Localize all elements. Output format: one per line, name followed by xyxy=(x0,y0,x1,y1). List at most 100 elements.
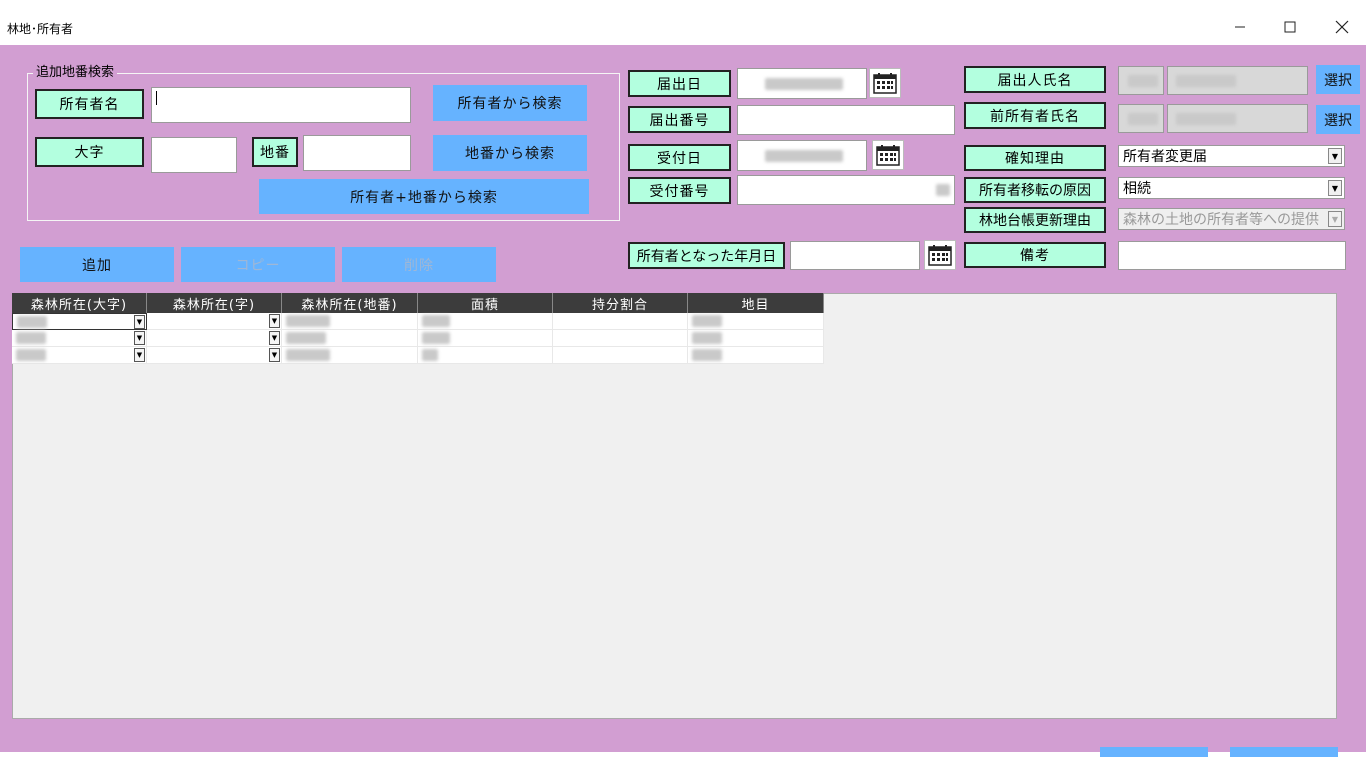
oaza-input[interactable] xyxy=(151,137,237,173)
grid-cell-land-type[interactable] xyxy=(688,313,824,330)
grid-cell-chiban[interactable] xyxy=(282,330,418,347)
redacted-value xyxy=(765,77,843,90)
owner-name-label: 所有者名 xyxy=(35,89,144,119)
grid-cell-oaza[interactable]: ▼ xyxy=(12,330,147,347)
grid-cell-aza[interactable]: ▼ xyxy=(147,330,282,347)
table-row[interactable]: ▼ ▼ xyxy=(12,330,824,347)
prev-owner-name-part2 xyxy=(1167,104,1308,133)
redacted-value xyxy=(16,332,46,344)
todokede-no-input[interactable] xyxy=(737,105,955,135)
redacted-value xyxy=(286,315,330,327)
chevron-down-icon[interactable]: ▼ xyxy=(269,314,280,328)
prev-owner-name-part1 xyxy=(1118,104,1164,133)
redacted-value xyxy=(17,316,47,328)
chevron-down-icon[interactable]: ▼ xyxy=(269,331,280,345)
applicant-name-part2 xyxy=(1167,66,1308,95)
bottom-button-2[interactable] xyxy=(1230,747,1338,757)
reason-select[interactable]: 所有者変更届 ▼ xyxy=(1118,145,1345,167)
redacted-value xyxy=(286,349,330,361)
chevron-down-icon[interactable]: ▼ xyxy=(134,348,145,362)
table-row[interactable]: ▼ ▼ xyxy=(12,313,824,330)
uketsuke-date-input[interactable] xyxy=(737,140,867,171)
grid-cell-share[interactable] xyxy=(553,313,688,330)
close-button[interactable] xyxy=(1324,12,1360,42)
text-cursor xyxy=(156,91,157,105)
search-group-legend: 追加地番検索 xyxy=(33,65,118,81)
maximize-icon xyxy=(1284,21,1296,33)
chevron-down-icon[interactable]: ▼ xyxy=(1328,211,1342,227)
grid-cell-share[interactable] xyxy=(553,330,688,347)
prev-owner-select-button[interactable]: 選択 xyxy=(1316,105,1360,134)
became-owner-date-label: 所有者となった年月日 xyxy=(628,242,785,269)
chiban-label: 地番 xyxy=(252,137,298,167)
column-header[interactable]: 森林所在(地番) xyxy=(282,293,418,313)
grid-cell-aza[interactable]: ▼ xyxy=(147,313,282,330)
grid-cell-share[interactable] xyxy=(553,347,688,364)
todokede-date-label: 届出日 xyxy=(628,70,731,97)
became-owner-date-input[interactable] xyxy=(790,241,920,270)
search-by-owner-and-chiban-button[interactable]: 所有者+地番から検索 xyxy=(259,179,589,214)
window-title: 林地･所有者 xyxy=(7,22,74,36)
uketsuke-date-calendar-button[interactable] xyxy=(872,140,904,170)
grid-cell-chiban[interactable] xyxy=(282,347,418,364)
reason-value: 所有者変更届 xyxy=(1123,149,1207,165)
redacted-value xyxy=(692,332,722,344)
grid-cell-area[interactable] xyxy=(418,313,553,330)
chevron-down-icon[interactable]: ▼ xyxy=(1328,148,1342,164)
cause-select[interactable]: 相続 ▼ xyxy=(1118,177,1345,199)
calendar-icon xyxy=(873,73,897,94)
chevron-down-icon[interactable]: ▼ xyxy=(134,331,145,345)
grid-cell-oaza[interactable]: ▼ xyxy=(12,313,147,330)
copy-button[interactable]: コピー xyxy=(181,247,335,282)
grid-cell-chiban[interactable] xyxy=(282,313,418,330)
uketsuke-no-input[interactable] xyxy=(737,175,955,205)
grid-cell-aza[interactable]: ▼ xyxy=(147,347,282,364)
column-header[interactable]: 地目 xyxy=(688,293,824,313)
redacted-value xyxy=(1128,74,1158,87)
applicant-name-label: 届出人氏名 xyxy=(964,66,1106,93)
remarks-input[interactable] xyxy=(1118,241,1346,270)
search-by-owner-button[interactable]: 所有者から検索 xyxy=(433,85,587,121)
grid-cell-land-type[interactable] xyxy=(688,330,824,347)
chevron-down-icon[interactable]: ▼ xyxy=(1328,180,1342,196)
owner-name-input[interactable] xyxy=(151,87,411,123)
close-icon xyxy=(1335,20,1349,34)
update-reason-select[interactable]: 森林の土地の所有者等への提供 ▼ xyxy=(1118,208,1345,230)
remarks-label: 備考 xyxy=(964,242,1106,268)
redacted-value xyxy=(422,349,438,361)
column-header[interactable]: 持分割合 xyxy=(553,293,688,313)
applicant-select-button[interactable]: 選択 xyxy=(1316,65,1360,94)
table-row[interactable]: ▼ ▼ xyxy=(12,347,824,364)
redacted-value xyxy=(1176,112,1236,125)
column-header[interactable]: 森林所在(大字) xyxy=(12,293,147,313)
minimize-button[interactable] xyxy=(1222,12,1258,42)
column-header[interactable]: 面積 xyxy=(418,293,553,313)
reason-label: 確知理由 xyxy=(964,145,1106,171)
todokede-date-calendar-button[interactable] xyxy=(869,68,901,98)
todokede-date-input[interactable] xyxy=(737,68,867,99)
chevron-down-icon[interactable]: ▼ xyxy=(134,315,145,329)
column-header[interactable]: 森林所在(字) xyxy=(147,293,282,313)
maximize-button[interactable] xyxy=(1272,12,1308,42)
redacted-value xyxy=(422,332,450,344)
oaza-label: 大字 xyxy=(35,137,144,167)
cause-value: 相続 xyxy=(1123,181,1151,197)
add-button[interactable]: 追加 xyxy=(20,247,174,282)
bottom-button-1[interactable] xyxy=(1100,747,1208,757)
redacted-value xyxy=(692,349,722,361)
became-owner-calendar-button[interactable] xyxy=(924,240,956,270)
redacted-value xyxy=(286,332,326,344)
grid-cell-land-type[interactable] xyxy=(688,347,824,364)
update-reason-value: 森林の土地の所有者等への提供 xyxy=(1123,212,1319,228)
grid-cell-area[interactable] xyxy=(418,347,553,364)
grid-cell-oaza[interactable]: ▼ xyxy=(12,347,147,364)
todokede-no-label: 届出番号 xyxy=(628,106,731,133)
grid-cell-area[interactable] xyxy=(418,330,553,347)
search-by-chiban-button[interactable]: 地番から検索 xyxy=(433,135,587,171)
redacted-value xyxy=(1176,74,1236,87)
update-reason-label: 林地台帳更新理由 xyxy=(964,207,1106,233)
chevron-down-icon[interactable]: ▼ xyxy=(269,348,280,362)
chiban-input[interactable] xyxy=(303,135,411,171)
delete-button[interactable]: 削除 xyxy=(342,247,496,282)
title-bar: 林地･所有者 xyxy=(0,0,1366,45)
